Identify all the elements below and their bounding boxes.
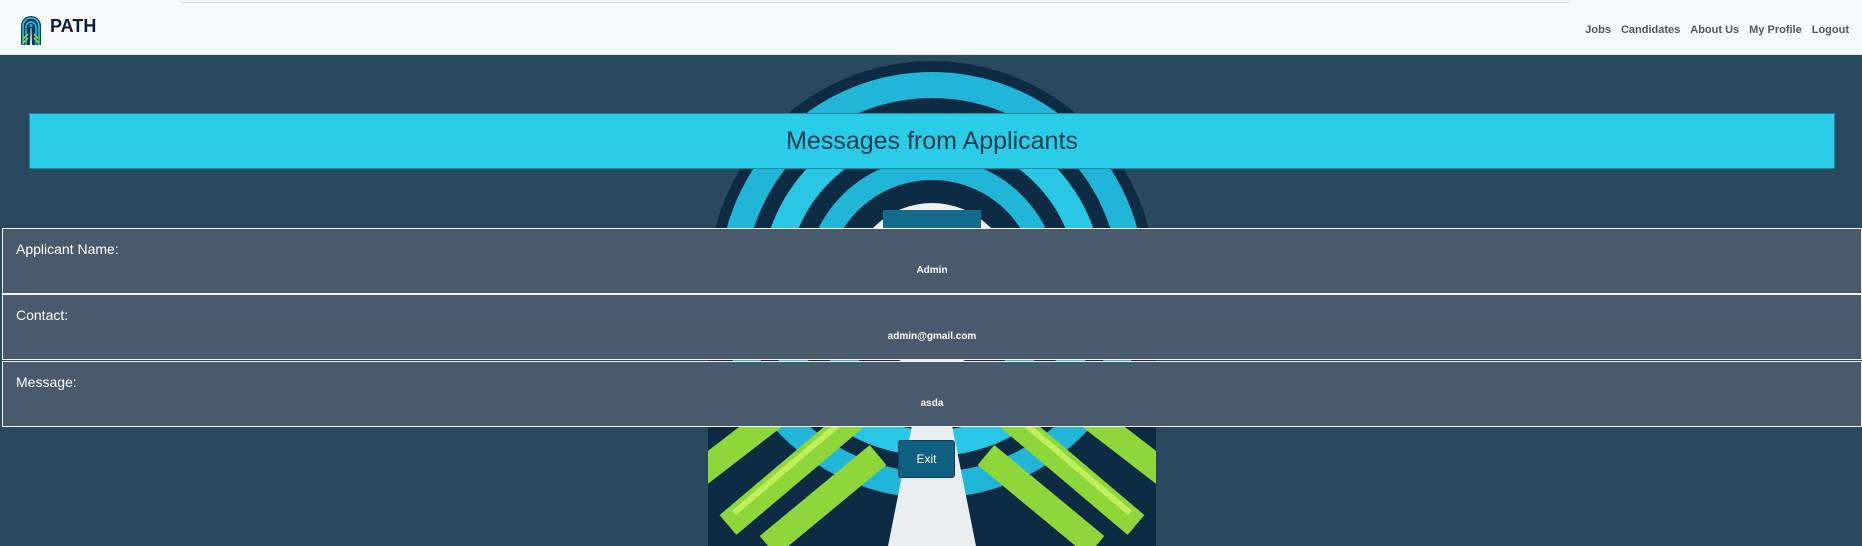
brand-name: PATH bbox=[50, 15, 97, 36]
contact-row: Contact: admin@gmail.com bbox=[2, 294, 1862, 360]
applicant-name-value: Admin bbox=[916, 265, 948, 276]
nav-link-about-us[interactable]: About Us bbox=[1690, 24, 1739, 36]
nav-link-candidates[interactable]: Candidates bbox=[1621, 24, 1680, 36]
message-value: asda bbox=[920, 398, 944, 409]
message-row: Message: asda bbox=[2, 361, 1862, 427]
main-content: Messages from Applicants Applicant Name:… bbox=[0, 55, 1862, 546]
contact-value: admin@gmail.com bbox=[887, 331, 977, 342]
nav-link-jobs[interactable]: Jobs bbox=[1585, 24, 1611, 36]
applicant-name-row: Applicant Name: Admin bbox=[2, 228, 1862, 294]
browser-top-strip bbox=[180, 0, 1570, 3]
nav-link-my-profile[interactable]: My Profile bbox=[1749, 24, 1802, 36]
nav-links: Jobs Candidates About Us My Profile Logo… bbox=[1585, 24, 1849, 36]
exit-button[interactable]: Exit bbox=[898, 440, 955, 478]
page-title-banner: Messages from Applicants bbox=[29, 113, 1835, 169]
path-logo-icon bbox=[21, 16, 41, 45]
message-label: Message: bbox=[16, 374, 77, 390]
nav-link-logout[interactable]: Logout bbox=[1812, 24, 1849, 36]
contact-label: Contact: bbox=[16, 307, 69, 323]
applicant-name-label: Applicant Name: bbox=[16, 241, 119, 257]
page-title: Messages from Applicants bbox=[786, 126, 1078, 155]
navbar: PATH Jobs Candidates About Us My Profile… bbox=[0, 0, 1862, 55]
brand-link[interactable]: PATH bbox=[20, 15, 96, 45]
